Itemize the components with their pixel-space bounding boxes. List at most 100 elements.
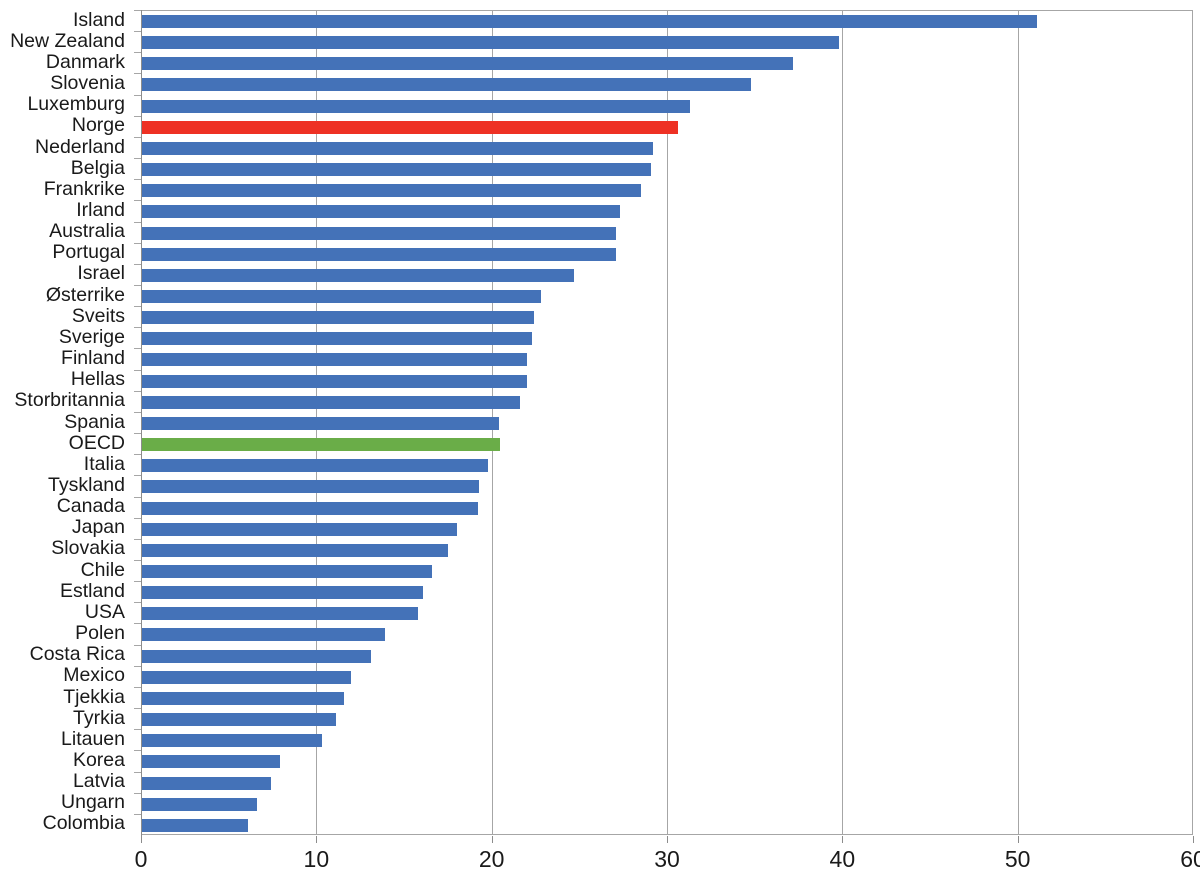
y-tick-label: Østerrike xyxy=(45,283,125,306)
bar-canada xyxy=(141,501,478,515)
bar-slovakia xyxy=(141,543,448,557)
bar-row xyxy=(141,244,1192,265)
bar-korea xyxy=(141,755,280,769)
bar-usa xyxy=(141,607,419,621)
y-tick-label: New Zealand xyxy=(10,29,125,52)
y-tick-label: Irland xyxy=(76,198,125,221)
bar-row xyxy=(141,730,1192,751)
y-tick-label: Chile xyxy=(80,558,125,581)
bar-row xyxy=(141,11,1192,32)
bar-østerrike xyxy=(141,290,541,303)
bar-row xyxy=(141,667,1192,688)
bar-row xyxy=(141,53,1192,74)
y-tick-label: USA xyxy=(84,600,125,623)
x-axis-labels: 0 10 20 30 40 50 60 xyxy=(0,836,1200,881)
y-tick-label: Polen xyxy=(75,622,125,645)
y-tick-label: Costa Rica xyxy=(29,643,125,666)
bar-tyskland xyxy=(141,480,480,494)
bar-luxemburg xyxy=(141,99,690,113)
y-tick-label: Slovakia xyxy=(51,537,125,560)
y-tick-label: Hellas xyxy=(70,368,125,391)
y-axis-labels: Island New Zealand Danmark Slovenia Luxembur… xyxy=(0,9,142,835)
bar-row xyxy=(141,561,1192,582)
bar-row xyxy=(141,286,1192,307)
y-tick-label: Australia xyxy=(49,220,125,243)
bar-row xyxy=(141,476,1192,497)
bar-danmark xyxy=(141,57,794,71)
x-tick-label: 50 xyxy=(1004,846,1031,872)
y-tick-label: Canada xyxy=(56,495,125,518)
x-tick-label: 60 xyxy=(1180,846,1200,872)
bar-italia xyxy=(141,459,489,473)
bar-row xyxy=(141,773,1192,794)
x-tick-label: 30 xyxy=(654,846,680,872)
x-tick-label: 0 xyxy=(134,846,148,872)
bar-frankrike xyxy=(141,184,641,198)
bar-norge xyxy=(141,120,678,134)
bar-row xyxy=(141,709,1192,730)
x-tick-mark-60 xyxy=(1193,836,1194,843)
bar-row xyxy=(141,413,1192,434)
y-tick-label: Latvia xyxy=(72,770,125,793)
bar-mexico xyxy=(141,670,352,684)
bar-hellas xyxy=(141,374,527,388)
bar-japan xyxy=(141,522,457,536)
bar-row xyxy=(141,392,1192,413)
bar-sveits xyxy=(141,311,534,325)
y-tick-label: Tyskland xyxy=(48,473,125,496)
y-tick-label: Luxemburg xyxy=(27,93,125,116)
bar-row xyxy=(141,582,1192,603)
bar-chart: Island New Zealand Danmark Slovenia Luxembur… xyxy=(0,0,1200,881)
y-tick-label: Italia xyxy=(83,452,125,475)
x-tick-label: 10 xyxy=(303,846,330,872)
y-tick-label: Belgia xyxy=(70,156,125,179)
bar-row xyxy=(141,603,1192,624)
bar-new-zealand xyxy=(141,36,839,50)
bar-row xyxy=(141,815,1192,836)
bar-series xyxy=(141,11,1192,834)
y-tick-label: Spania xyxy=(64,410,125,433)
bar-row xyxy=(141,498,1192,519)
x-tick-label: 40 xyxy=(829,846,856,872)
bar-slovenia xyxy=(141,78,752,92)
bar-row xyxy=(141,328,1192,349)
y-tick-label: Mexico xyxy=(63,664,125,687)
bar-polen xyxy=(141,628,385,642)
y-tick-label: Japan xyxy=(71,516,125,539)
bar-row xyxy=(141,74,1192,95)
bar-estland xyxy=(141,586,424,600)
bar-island xyxy=(141,15,1037,28)
x-tick-label: 20 xyxy=(478,846,505,872)
bar-tjekkia xyxy=(141,691,345,705)
bar-tyrkia xyxy=(141,713,336,727)
bar-row xyxy=(141,96,1192,117)
y-tick-label: Colombia xyxy=(42,812,125,835)
bar-storbritannia xyxy=(141,395,520,409)
bar-ungarn xyxy=(141,797,257,811)
bar-row xyxy=(141,201,1192,222)
bar-nederland xyxy=(141,141,653,155)
y-tick-label: Korea xyxy=(72,748,125,771)
bar-row xyxy=(141,265,1192,286)
bar-spania xyxy=(141,416,499,430)
y-tick-label: Frankrike xyxy=(43,177,125,200)
bar-australia xyxy=(141,226,617,240)
bar-row xyxy=(141,371,1192,392)
bar-row xyxy=(141,117,1192,138)
y-tick-label: Ungarn xyxy=(61,791,125,814)
y-tick-label: Sveits xyxy=(71,304,125,327)
bar-row xyxy=(141,624,1192,645)
plot-area xyxy=(141,10,1193,835)
x-tick-mark-40 xyxy=(842,836,844,843)
x-tick-mark-50 xyxy=(1017,836,1019,843)
bar-latvia xyxy=(141,776,271,790)
bar-row xyxy=(141,434,1192,455)
x-tick-mark-30 xyxy=(667,836,668,843)
y-tick-label: Nederland xyxy=(35,135,125,158)
y-tick-label: Sverige xyxy=(58,325,125,348)
bar-row xyxy=(141,688,1192,709)
y-tick-label: Portugal xyxy=(52,241,125,264)
bar-oecd xyxy=(141,438,501,452)
bar-row xyxy=(141,455,1192,476)
bar-row xyxy=(141,159,1192,180)
